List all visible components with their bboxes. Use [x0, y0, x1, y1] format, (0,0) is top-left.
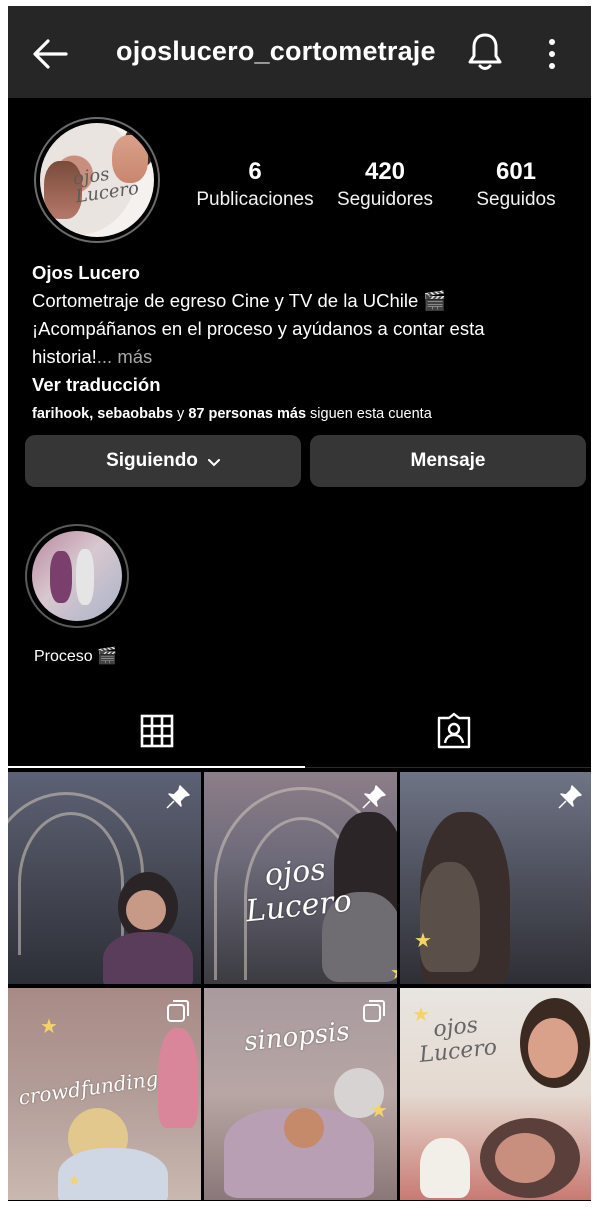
- tab-divider: [305, 767, 591, 768]
- posts-count: 6: [248, 158, 262, 185]
- profile-avatar[interactable]: ojos Lucero: [34, 117, 160, 243]
- posts-label: Publicaciones: [196, 189, 314, 210]
- highlight-cover-image: [32, 531, 122, 621]
- bell-icon[interactable]: [465, 30, 505, 74]
- grid-icon[interactable]: [140, 714, 174, 748]
- avatar-logo-text: ojos Lucero: [71, 163, 141, 208]
- bio-line-3: historia!... más: [32, 343, 582, 371]
- pin-icon: [166, 785, 190, 809]
- stat-followers[interactable]: 420 Seguidores: [332, 158, 438, 214]
- post-thumbnail[interactable]: sinopsis ★: [204, 988, 397, 1200]
- message-button-label: Mensaje: [410, 450, 486, 471]
- following-button-label: Siguiendo: [106, 450, 198, 471]
- pin-icon: [558, 785, 582, 809]
- post-thumbnail[interactable]: ★: [400, 772, 591, 984]
- followed-by-tail: siguen esta cuenta: [306, 406, 432, 422]
- post-thumbnail[interactable]: ojos Lucero ★: [400, 988, 591, 1200]
- post-thumbnail[interactable]: ojos Lucero ★: [204, 772, 397, 984]
- top-bar: ojoslucero_cortometraje: [8, 6, 591, 98]
- see-translation-link[interactable]: Ver traducción: [32, 371, 582, 399]
- bio-line-2: ¡Acompáñanos en el proceso y ayúdanos a …: [32, 318, 485, 339]
- stat-posts[interactable]: 6 Publicaciones: [188, 158, 322, 214]
- more-options-icon[interactable]: [540, 36, 564, 72]
- following-label: Seguidos: [476, 189, 556, 210]
- profile-screen: ojoslucero_cortometraje ojos Lucero 6 Pu…: [8, 6, 591, 1201]
- bio-more-link[interactable]: ... más: [97, 346, 153, 367]
- post-caption: crowdfunding: [17, 1066, 160, 1110]
- stat-following[interactable]: 601 Seguidos: [466, 158, 566, 214]
- followers-label: Seguidores: [336, 189, 434, 210]
- profile-display-name: Ojos Lucero: [32, 262, 140, 283]
- post-caption: sinopsis: [242, 1016, 351, 1058]
- bio-line-1: Cortometraje de egreso Cine y TV de la U…: [32, 290, 447, 311]
- highlight-label: Proceso 🎬: [34, 648, 118, 665]
- following-button[interactable]: Siguiendo: [25, 435, 301, 487]
- post-thumbnail[interactable]: crowdfunding ★ ★: [8, 988, 201, 1200]
- tagged-icon[interactable]: [436, 712, 472, 750]
- chevron-down-icon: [207, 454, 220, 470]
- profile-tabs: [8, 696, 591, 770]
- bio-line-3-text: historia!: [32, 346, 97, 367]
- followed-by-joiner: y: [173, 406, 189, 422]
- story-highlight[interactable]: [25, 524, 129, 628]
- message-button[interactable]: Mensaje: [310, 435, 586, 487]
- followers-count: 420: [364, 158, 406, 185]
- profile-username: ojoslucero_cortometraje: [116, 36, 436, 66]
- profile-bio: Ojos Lucero Cortometraje de egreso Cine …: [32, 259, 582, 427]
- posts-grid: ojos Lucero ★ ★ crowdfunding ★ ★ sinopsi…: [8, 772, 591, 1201]
- followed-by-count: 87 personas más: [188, 406, 307, 422]
- avatar-image: ojos Lucero: [40, 123, 154, 237]
- multiple-posts-icon: [167, 1000, 189, 1022]
- multiple-posts-icon: [363, 1000, 385, 1022]
- back-arrow-icon[interactable]: [30, 34, 70, 74]
- post-caption: ojos Lucero: [244, 852, 354, 930]
- pin-icon: [362, 785, 386, 809]
- active-tab-indicator: [8, 766, 305, 768]
- followed-by-text[interactable]: farihook, sebaobabs y 87 personas más si…: [32, 401, 582, 427]
- following-count: 601: [495, 158, 537, 185]
- followed-by-names: farihook, sebaobabs: [32, 406, 174, 422]
- post-thumbnail[interactable]: [8, 772, 201, 984]
